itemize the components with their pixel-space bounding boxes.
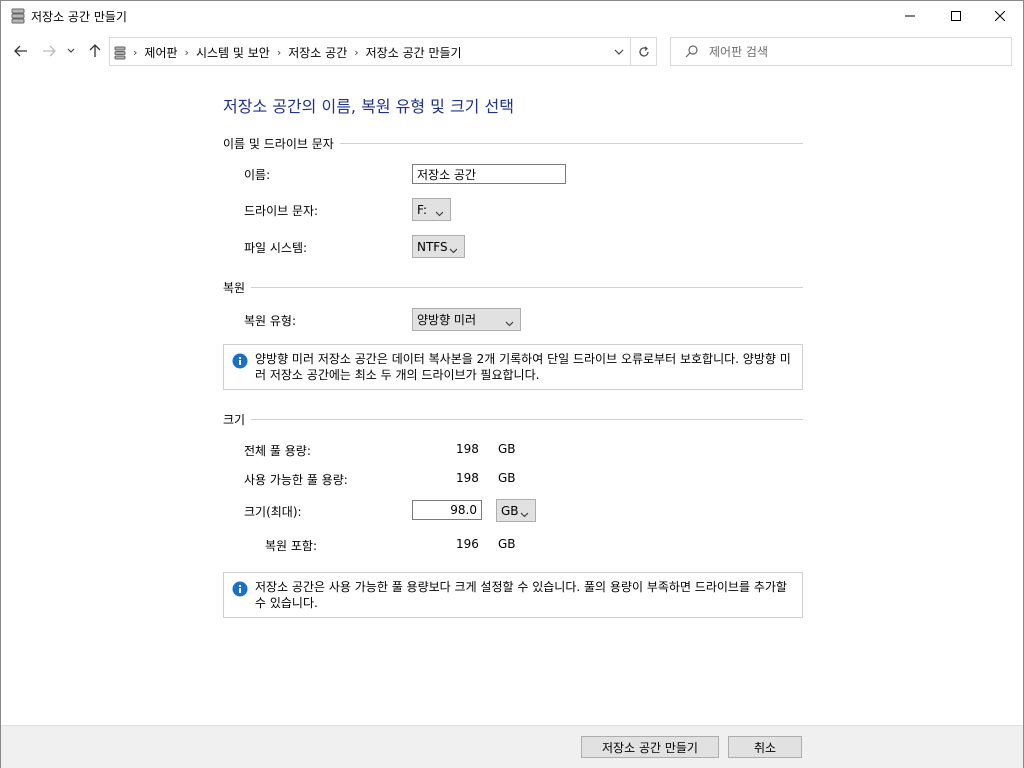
chevron-down-icon — [449, 243, 458, 257]
drive-letter-label: 드라이브 문자: — [244, 204, 319, 218]
resiliency-info-text: 양방향 미러 저장소 공간은 데이터 복사본을 2개 기록하여 단일 드라이브 … — [255, 352, 791, 382]
size-unit-value: GB — [501, 503, 519, 518]
cancel-button[interactable]: 취소 — [728, 736, 802, 758]
maximize-button[interactable] — [933, 1, 979, 31]
size-input[interactable] — [412, 500, 482, 520]
close-button[interactable] — [977, 1, 1023, 31]
refresh-button[interactable] — [630, 38, 656, 65]
breadcrumb-control-panel[interactable]: 제어판 — [140, 44, 181, 61]
section-header-size: 크기 — [223, 411, 803, 428]
size-unit-select[interactable]: GB — [496, 499, 536, 522]
storage-drive-icon — [11, 8, 25, 24]
name-input[interactable] — [412, 164, 566, 184]
forward-button[interactable] — [39, 41, 59, 61]
up-button[interactable] — [85, 41, 105, 61]
resiliency-info-box: 양방향 미러 저장소 공간은 데이터 복사본을 2개 기록하여 단일 드라이브 … — [223, 344, 803, 390]
navigation-bar: › 제어판 › 시스템 및 보안 › 저장소 공간 › 저장소 공간 만들기 — [1, 35, 1023, 69]
resiliency-type-label: 복원 유형: — [244, 314, 297, 328]
divider — [251, 419, 803, 420]
resiliency-type-select[interactable]: 양방향 미러 — [412, 308, 521, 331]
arrow-left-icon — [14, 45, 27, 57]
total-pool-capacity-unit: GB — [498, 442, 516, 456]
maximize-icon — [951, 11, 961, 21]
total-pool-capacity-label: 전체 풀 용량: — [244, 444, 311, 458]
including-resiliency-unit: GB — [498, 537, 516, 551]
chevron-right-icon[interactable]: › — [274, 46, 284, 59]
including-resiliency-value: 196 — [456, 537, 479, 551]
chevron-down-icon — [505, 316, 514, 330]
create-storage-space-button[interactable]: 저장소 공간 만들기 — [581, 736, 719, 758]
info-icon — [232, 353, 248, 373]
name-label: 이름: — [244, 168, 271, 182]
chevron-down-icon — [435, 206, 444, 220]
total-pool-capacity-value: 198 — [456, 442, 479, 456]
drive-letter-select[interactable]: F: — [412, 198, 451, 221]
resiliency-type-value: 양방향 미러 — [417, 313, 477, 327]
section-header-resiliency: 복원 — [223, 279, 803, 296]
divider — [339, 143, 803, 144]
minimize-button[interactable] — [887, 1, 933, 31]
available-pool-capacity-value: 198 — [456, 471, 479, 485]
search-box[interactable] — [670, 37, 1012, 66]
search-input[interactable] — [709, 42, 999, 62]
arrow-up-icon — [89, 44, 101, 57]
refresh-icon — [638, 46, 649, 57]
arrow-right-icon — [43, 45, 56, 57]
breadcrumb-system-security[interactable]: 시스템 및 보안 — [192, 44, 274, 61]
available-pool-capacity-unit: GB — [498, 471, 516, 485]
chevron-right-icon[interactable]: › — [182, 46, 192, 59]
size-info-text: 저장소 공간은 사용 가능한 풀 용량보다 크게 설정할 수 있습니다. 풀의 … — [255, 580, 787, 610]
breadcrumb-storage-spaces[interactable]: 저장소 공간 — [284, 44, 351, 61]
chevron-down-icon — [520, 507, 529, 521]
filesystem-select[interactable]: NTFS — [412, 235, 465, 258]
footer-bar: 저장소 공간 만들기 취소 — [1, 725, 1023, 768]
window-title: 저장소 공간 만들기 — [31, 10, 127, 24]
address-bar[interactable]: › 제어판 › 시스템 및 보안 › 저장소 공간 › 저장소 공간 만들기 — [109, 37, 657, 66]
page-title: 저장소 공간의 이름, 복원 유형 및 크기 선택 — [223, 97, 514, 116]
recent-locations-button[interactable] — [64, 41, 78, 61]
close-icon — [995, 11, 1005, 21]
filesystem-value: NTFS — [417, 239, 448, 254]
filesystem-label: 파일 시스템: — [244, 241, 308, 255]
storage-spaces-window: 저장소 공간 만들기 › 제어판 › 시스템 및 보안 › 저장소 공간 › 저… — [0, 0, 1024, 768]
info-icon — [232, 581, 248, 601]
breadcrumb: › 제어판 › 시스템 및 보안 › 저장소 공간 › 저장소 공간 만들기 — [114, 44, 466, 61]
minimize-icon — [905, 15, 915, 17]
divider — [251, 287, 803, 288]
main-content: 저장소 공간의 이름, 복원 유형 및 크기 선택 이름 및 드라이브 문자 이… — [1, 71, 1023, 725]
title-bar: 저장소 공간 만들기 — [1, 1, 1023, 31]
chevron-down-icon — [614, 49, 624, 55]
including-resiliency-label: 복원 포함: — [265, 539, 318, 553]
available-pool-capacity-label: 사용 가능한 풀 용량: — [244, 473, 348, 487]
section-header-name: 이름 및 드라이브 문자 — [223, 135, 803, 152]
chevron-right-icon: › — [133, 46, 138, 59]
storage-location-icon — [114, 46, 126, 60]
breadcrumb-create-storage-space[interactable]: 저장소 공간 만들기 — [362, 44, 466, 61]
chevron-down-icon — [67, 48, 75, 53]
search-icon — [685, 45, 698, 61]
back-button[interactable] — [11, 41, 31, 61]
size-max-label: 크기(최대): — [244, 505, 302, 519]
chevron-right-icon[interactable]: › — [351, 46, 361, 59]
drive-letter-value: F: — [417, 202, 428, 217]
size-info-box: 저장소 공간은 사용 가능한 풀 용량보다 크게 설정할 수 있습니다. 풀의 … — [223, 572, 803, 618]
